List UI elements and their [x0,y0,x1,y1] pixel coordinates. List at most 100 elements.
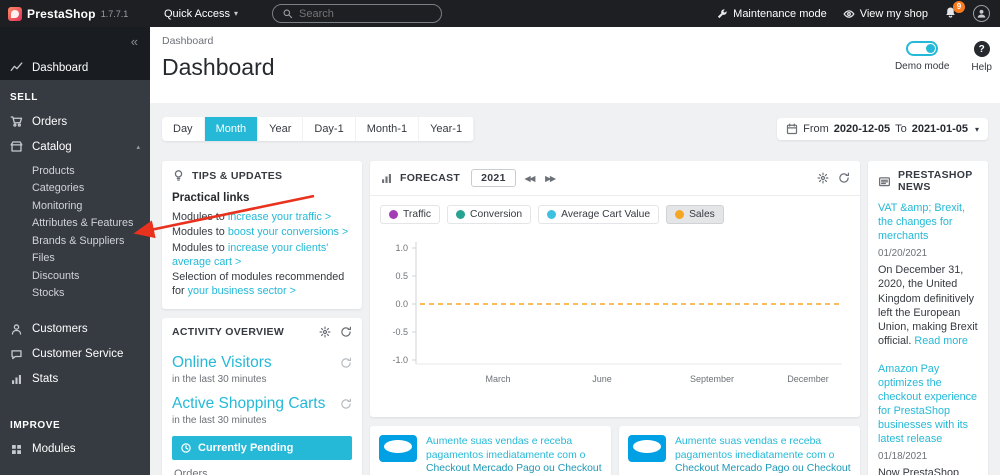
forecast-panel-header: FORECAST 2021 ◀◀ ▶▶ [370,161,860,196]
eye-icon [843,8,855,20]
news-item: Amazon Pay optimizes the checkout experi… [878,362,978,475]
read-more-link[interactable]: Read more [914,335,967,347]
help-widget[interactable]: ? Help [971,41,992,73]
sidebar-item-attributes-features[interactable]: Attributes & Features [0,215,150,232]
legend-label: Conversion [470,209,522,220]
refresh-icon[interactable] [838,172,850,184]
middle-column: FORECAST 2021 ◀◀ ▶▶ Traffic [370,161,860,475]
legend-sales[interactable]: Sales [666,205,724,224]
sidebar-item-stats[interactable]: Stats [0,367,150,392]
tip-link-conversions[interactable]: boost your conversions > [228,226,348,238]
sidebar-item-modules[interactable]: Modules [0,437,150,462]
y-tick-label: -0.5 [392,327,408,337]
tips-panel-title: TIPS & UPDATES [192,170,282,182]
forecast-year-button[interactable]: 2021 [471,169,516,187]
demo-mode-widget[interactable]: Demo mode [895,41,949,72]
notifications-button[interactable]: 9 [944,6,957,22]
promo-checkout-link[interactable]: Checkout Mercado Pago ou Checkout [426,463,602,474]
modules-icon [10,443,23,456]
sidebar-collapse-button[interactable]: « [0,27,150,55]
view-my-shop-link[interactable]: View my shop [843,8,928,20]
left-column: TIPS & UPDATES Practical links Modules t… [162,161,362,475]
sidebar-item-brands-suppliers[interactable]: Brands & Suppliers [0,233,150,250]
dashboard-icon [10,61,23,74]
previous-period-button[interactable]: ◀◀ [523,172,537,185]
tip-link-row: Selection of modules recommended for you… [172,270,352,299]
breadcrumb[interactable]: Dashboard [162,35,988,47]
news-text: On December 31, 2020, the United Kingdom… [878,263,978,349]
calendar-icon [786,123,798,135]
next-period-button[interactable]: ▶▶ [543,172,557,185]
notification-badge: 9 [953,1,965,13]
gear-icon[interactable] [817,172,829,184]
x-axis-label: March [485,374,510,384]
profile-menu-button[interactable] [973,5,990,22]
active-carts-label: Active Shopping Carts [172,395,325,413]
sidebar-item-customers[interactable]: Customers [0,317,150,342]
sidebar-section-improve: IMPROVE [0,392,150,437]
date-range-picker[interactable]: From 2020-12-05 To 2021-01-05 ▾ [777,118,988,140]
range-year-button[interactable]: Year [258,117,303,141]
mercadopago-promo-card[interactable]: Aumente suas vendas e receba pagamentos … [619,426,860,475]
sidebar-item-products[interactable]: Products [0,163,150,180]
pending-orders-label[interactable]: Orders [172,460,352,475]
sidebar-item-stocks[interactable]: Stocks [0,285,150,302]
legend-conversion[interactable]: Conversion [447,205,531,224]
promo-checkout-link[interactable]: Checkout Mercado Pago ou Checkout [675,463,851,474]
news-date: 01/18/2021 [878,451,978,462]
help-icon[interactable]: ? [974,41,990,57]
forecast-panel-tools [817,172,850,184]
sidebar-item-customer-service[interactable]: Customer Service [0,342,150,367]
global-search[interactable] [272,4,442,23]
news-headline[interactable]: Amazon Pay optimizes the checkout experi… [878,362,978,446]
mercadopago-promo-card[interactable]: Aumente suas vendas e receba pagamentos … [370,426,611,475]
quick-access-menu[interactable]: Quick Access ▾ [164,8,238,20]
chevron-down-icon: ▾ [975,125,979,134]
sidebar-item-catalog[interactable]: Catalog ▴ [0,134,150,159]
news-date: 01/20/2021 [878,248,978,259]
mercadopago-logo [379,435,417,462]
search-input[interactable] [299,8,419,20]
sidebar-item-monitoring[interactable]: Monitoring [0,198,150,215]
news-headline[interactable]: VAT &amp; Brexit, the changes for mercha… [878,201,978,243]
sidebar: « Dashboard SELL Orders Catalog ▴ Produc… [0,27,150,475]
sidebar-item-files[interactable]: Files [0,250,150,267]
forecast-chart: 1.0 0.5 0.0 -0.5 -1.0 March June Septemb… [370,228,860,399]
maintenance-mode-link[interactable]: Maintenance mode [716,8,827,20]
legend-average-cart-value[interactable]: Average Cart Value [538,205,659,224]
demo-mode-toggle[interactable] [906,41,938,56]
activity-body: Online Visitors in the last 30 minutes A… [162,346,362,475]
prestashop-logo[interactable]: PrestaShop 1.7.7.1 [0,7,150,21]
currently-pending-banner[interactable]: Currently Pending [172,436,352,460]
tips-updates-panel: TIPS & UPDATES Practical links Modules t… [162,161,362,309]
x-axis-label: December [787,374,829,384]
y-tick-label: 0.0 [395,299,408,309]
tips-panel-header: TIPS & UPDATES [162,161,362,190]
tip-link-traffic[interactable]: increase your traffic > [228,211,331,223]
range-month-1-button[interactable]: Month-1 [356,117,419,141]
forecast-panel-title: FORECAST [400,172,460,184]
tip-link-business-sector[interactable]: your business sector > [188,285,296,297]
sidebar-item-dashboard[interactable]: Dashboard [0,55,150,80]
date-to-value: 2021-01-05 [912,123,968,135]
date-from-label: From [803,123,829,135]
app-name: PrestaShop [27,7,96,21]
sidebar-item-categories[interactable]: Categories [0,180,150,197]
range-year-1-button[interactable]: Year-1 [419,117,474,141]
view-my-shop-label: View my shop [860,8,928,20]
legend-traffic[interactable]: Traffic [380,205,440,224]
range-month-button[interactable]: Month [205,117,259,141]
online-visitors-link[interactable]: Online Visitors [172,354,352,372]
active-carts-link[interactable]: Active Shopping Carts [172,395,352,413]
range-day-button[interactable]: Day [162,117,205,141]
range-day-1-button[interactable]: Day-1 [303,117,355,141]
promo-text[interactable]: Aumente suas vendas e receba pagamentos … [675,435,851,475]
currently-pending-label: Currently Pending [198,442,293,454]
gear-icon[interactable] [319,326,331,338]
demo-mode-label: Demo mode [895,61,949,72]
sidebar-item-orders[interactable]: Orders [0,109,150,134]
tip-link-row: Modules to increase your clients' averag… [172,241,352,270]
sidebar-item-discounts[interactable]: Discounts [0,268,150,285]
promo-text[interactable]: Aumente suas vendas e receba pagamentos … [426,435,602,475]
refresh-icon[interactable] [340,326,352,338]
